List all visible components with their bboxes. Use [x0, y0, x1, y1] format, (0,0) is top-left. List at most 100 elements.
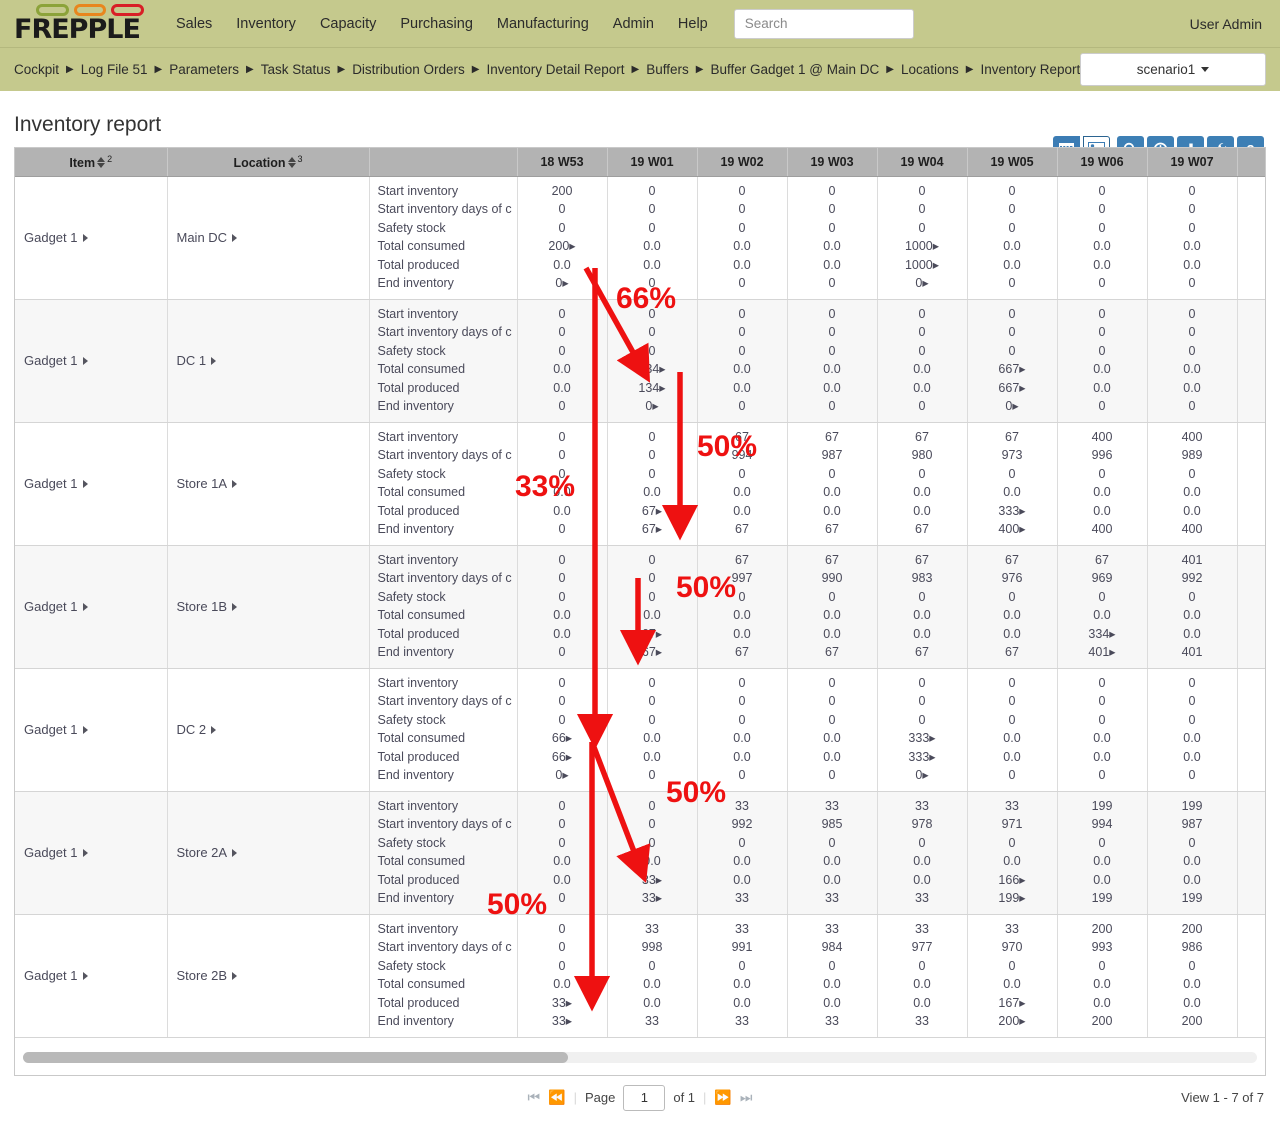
horizontal-scrollbar-thumb[interactable]: [23, 1052, 568, 1063]
column-header-period-5[interactable]: 19 W05: [967, 148, 1057, 176]
location-link[interactable]: Store 1B: [168, 599, 369, 614]
measure-value: 0.0: [698, 483, 787, 502]
cell-location[interactable]: DC 2: [167, 668, 369, 791]
breadcrumb-item-inventory-report[interactable]: Inventory Report: [980, 62, 1080, 77]
item-link[interactable]: Gadget 1: [15, 845, 167, 860]
location-link[interactable]: Store 1A: [168, 476, 369, 491]
column-header-period-4[interactable]: 19 W04: [877, 148, 967, 176]
cell-item[interactable]: Gadget 1: [15, 668, 167, 791]
cell-item[interactable]: Gadget 1: [15, 176, 167, 299]
first-page-button[interactable]: ⏮: [528, 1089, 541, 1106]
expand-caret-icon[interactable]: [211, 726, 216, 734]
cell-item[interactable]: Gadget 1: [15, 914, 167, 1037]
page-number-input[interactable]: [623, 1085, 665, 1111]
value-stack: 0000.00.00: [968, 669, 1057, 791]
breadcrumb-item-buffers[interactable]: Buffers: [646, 62, 689, 77]
cell-location[interactable]: DC 1: [167, 299, 369, 422]
expand-caret-icon[interactable]: [83, 234, 88, 242]
cell-item[interactable]: Gadget 1: [15, 299, 167, 422]
measure-value: 0: [608, 551, 697, 570]
cell-item[interactable]: Gadget 1: [15, 791, 167, 914]
user-admin-menu[interactable]: User Admin: [1190, 16, 1262, 32]
location-link[interactable]: DC 1: [168, 353, 369, 368]
record-count-label: View 1 - 7 of 7: [1181, 1090, 1264, 1105]
measure-value: 0: [1058, 274, 1147, 293]
item-link[interactable]: Gadget 1: [15, 599, 167, 614]
measure-value: 0.0: [1148, 502, 1237, 521]
breadcrumb-item-locations[interactable]: Locations: [901, 62, 959, 77]
expand-caret-icon[interactable]: [83, 357, 88, 365]
measure-value: [1238, 200, 1267, 219]
column-header-item[interactable]: Item2: [15, 148, 167, 176]
breadcrumb-item-log-file[interactable]: Log File 51: [81, 62, 148, 77]
nav-item-sales[interactable]: Sales: [176, 16, 212, 32]
item-link[interactable]: Gadget 1: [15, 968, 167, 983]
cell-item[interactable]: Gadget 1: [15, 422, 167, 545]
measure-value: 0.0: [518, 606, 607, 625]
prev-page-button[interactable]: ⏪: [548, 1089, 565, 1106]
nav-item-admin[interactable]: Admin: [613, 16, 654, 32]
cell-period-values: 3397800.00.033: [877, 791, 967, 914]
measure-value: 0: [788, 957, 877, 976]
cell-location[interactable]: Main DC: [167, 176, 369, 299]
value-stack: 20098600.00.0200: [1148, 915, 1237, 1037]
expand-caret-icon[interactable]: [83, 849, 88, 857]
item-link[interactable]: Gadget 1: [15, 722, 167, 737]
item-link[interactable]: Gadget 1: [15, 353, 167, 368]
next-page-button[interactable]: ⏩: [714, 1089, 731, 1106]
nav-item-inventory[interactable]: Inventory: [236, 16, 296, 32]
expand-caret-icon[interactable]: [232, 234, 237, 242]
cell-item[interactable]: Gadget 1: [15, 545, 167, 668]
nav-item-help[interactable]: Help: [678, 16, 708, 32]
measure-value: 33: [788, 797, 877, 816]
column-header-period-3[interactable]: 19 W03: [787, 148, 877, 176]
measure-value: 989: [1148, 446, 1237, 465]
column-header-period-0[interactable]: 18 W53: [517, 148, 607, 176]
breadcrumb-item-buffer-gadget[interactable]: Buffer Gadget 1 @ Main DC: [710, 62, 879, 77]
sort-icon[interactable]: [97, 157, 105, 168]
expand-caret-icon[interactable]: [232, 849, 237, 857]
measure-value: 200: [1058, 1012, 1147, 1031]
location-label: DC 1: [177, 353, 207, 368]
cell-location[interactable]: Store 2B: [167, 914, 369, 1037]
expand-caret-icon[interactable]: [83, 726, 88, 734]
column-header-period-2[interactable]: 19 W02: [697, 148, 787, 176]
breadcrumb-item-distribution-orders[interactable]: Distribution Orders: [352, 62, 465, 77]
nav-item-purchasing[interactable]: Purchasing: [400, 16, 473, 32]
expand-caret-icon[interactable]: [83, 972, 88, 980]
column-header-location[interactable]: Location3: [167, 148, 369, 176]
location-link[interactable]: Store 2B: [168, 968, 369, 983]
expand-caret-icon[interactable]: [211, 357, 216, 365]
nav-item-capacity[interactable]: Capacity: [320, 16, 376, 32]
location-link[interactable]: Main DC: [168, 230, 369, 245]
cell-location[interactable]: Store 1A: [167, 422, 369, 545]
sort-icon[interactable]: [288, 157, 296, 168]
location-link[interactable]: DC 2: [168, 722, 369, 737]
breadcrumb-item-parameters[interactable]: Parameters: [169, 62, 239, 77]
column-header-period-6[interactable]: 19 W06: [1057, 148, 1147, 176]
item-link[interactable]: Gadget 1: [15, 476, 167, 491]
expand-caret-icon[interactable]: [83, 480, 88, 488]
expand-caret-icon[interactable]: [232, 972, 237, 980]
column-header-period-7[interactable]: 19 W07: [1147, 148, 1237, 176]
location-link[interactable]: Store 2A: [168, 845, 369, 860]
frepple-logo[interactable]: FREPPLE: [14, 4, 144, 44]
expand-caret-icon[interactable]: [232, 480, 237, 488]
breadcrumb-item-task-status[interactable]: Task Status: [261, 62, 331, 77]
measure-label: Total produced: [370, 748, 517, 767]
cell-location[interactable]: Store 1B: [167, 545, 369, 668]
breadcrumb-item-cockpit[interactable]: Cockpit: [14, 62, 59, 77]
column-header-period-8[interactable]: 19: [1237, 148, 1266, 176]
item-link[interactable]: Gadget 1: [15, 230, 167, 245]
scenario-selector[interactable]: scenario1: [1080, 53, 1266, 86]
expand-caret-icon[interactable]: [232, 603, 237, 611]
last-page-button[interactable]: ⏭: [740, 1089, 753, 1106]
breadcrumb-item-inventory-detail-report[interactable]: Inventory Detail Report: [486, 62, 624, 77]
nav-item-manufacturing[interactable]: Manufacturing: [497, 16, 589, 32]
column-header-period-1[interactable]: 19 W01: [607, 148, 697, 176]
cell-period-values: 3398400.00.033: [787, 914, 877, 1037]
expand-caret-icon[interactable]: [83, 603, 88, 611]
scenario-label: scenario1: [1137, 62, 1196, 77]
cell-location[interactable]: Store 2A: [167, 791, 369, 914]
search-input[interactable]: [734, 9, 914, 39]
